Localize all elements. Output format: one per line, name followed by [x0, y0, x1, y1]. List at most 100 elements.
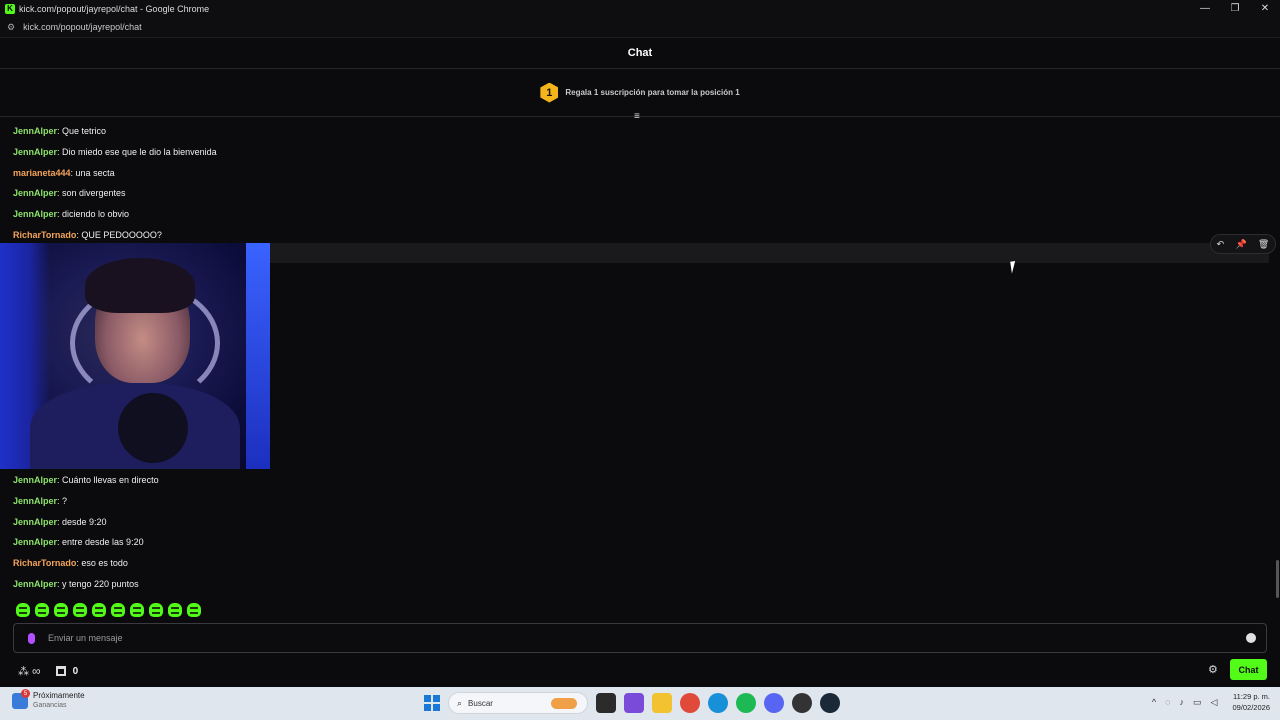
chat-message[interactable]: JennAlper: ? [13, 491, 1213, 512]
close-button[interactable]: ✕ [1250, 0, 1280, 17]
clock[interactable]: 11:29 p. m. 09/02/2026 [1232, 691, 1270, 713]
clock-date: 09/02/2026 [1232, 703, 1270, 712]
file-explorer-icon[interactable] [652, 693, 672, 713]
chrome-app-icon[interactable] [680, 693, 700, 713]
browser-titlebar: K kick.com/popout/jayrepol/chat - Google… [0, 0, 1280, 17]
message-text: : Dio miedo ese que le dio la bienvenida [57, 147, 217, 158]
pin-icon[interactable]: 📌 [1235, 239, 1246, 250]
emote-icon[interactable] [16, 603, 30, 617]
username[interactable]: JennAlper [13, 209, 57, 219]
emote-icon[interactable] [111, 603, 125, 617]
gift-icon[interactable] [55, 666, 66, 676]
mouse-cursor-icon [1010, 260, 1022, 274]
start-button-icon[interactable] [424, 695, 440, 711]
username[interactable]: JennAlper [13, 126, 57, 136]
username[interactable]: marianeta444 [13, 168, 71, 178]
widgets-subtitle: Ganancias [33, 702, 67, 709]
chat-message[interactable]: JennAlper: entre desde las 9:20 [13, 532, 1213, 553]
search-icon: ⌕ [457, 697, 463, 708]
clock-time: 11:29 p. m. [1233, 692, 1270, 701]
windows-taskbar: 5 Próximamente Ganancias ⌕ Buscar ^ ◌ ♪ … [0, 687, 1280, 720]
search-highlight-icon [551, 698, 577, 709]
message-text: : y tengo 220 puntos [57, 578, 139, 589]
gift-sub-promo[interactable]: 1 Regala 1 suscripción para tomar la pos… [0, 69, 1280, 117]
emote-icon[interactable] [35, 603, 49, 617]
message-text: : son divergentes [57, 188, 126, 199]
search-placeholder: Buscar [468, 698, 493, 708]
chat-messages-recent: JennAlper: Cuánto llevas en directo Jenn… [13, 470, 1213, 594]
emote-icon[interactable] [168, 603, 182, 617]
share-icon[interactable]: ⁂ [18, 665, 29, 678]
emote-icon[interactable] [92, 603, 106, 617]
emote-icon[interactable] [130, 603, 144, 617]
username[interactable]: JennAlper [13, 537, 57, 547]
mic-icon[interactable] [28, 632, 35, 644]
app-icon[interactable] [792, 693, 812, 713]
steam-app-icon[interactable] [820, 693, 840, 713]
message-text: : Cuánto llevas en directo [57, 475, 159, 486]
widgets-button[interactable]: 5 Próximamente Ganancias [12, 689, 85, 711]
username[interactable]: JennAlper [13, 188, 57, 198]
minimize-button[interactable]: — [1190, 0, 1220, 17]
spotify-app-icon[interactable] [736, 693, 756, 713]
emote-icon[interactable] [187, 603, 201, 617]
taskbar-search[interactable]: ⌕ Buscar [448, 692, 588, 714]
username[interactable]: JennAlper [13, 496, 57, 506]
emote-icon[interactable] [149, 603, 163, 617]
message-text: : eso es todo [76, 558, 128, 569]
points-count: 0 [72, 665, 79, 677]
username[interactable]: JennAlper [13, 517, 57, 527]
chevron-up-icon[interactable]: ^ [1152, 697, 1156, 707]
edge-app-icon[interactable] [708, 693, 728, 713]
system-tray: ^ ◌ ♪ ▭ ◁ 11:29 p. m. 09/02/2026 [1152, 691, 1270, 713]
network-icon[interactable]: ▭ [1193, 697, 1202, 708]
username[interactable]: JennAlper [13, 475, 57, 485]
chat-message[interactable]: JennAlper: Que tetrico [13, 121, 1213, 142]
message-text: : diciendo lo obvio [57, 209, 130, 220]
delete-icon[interactable]: 🗑 [1258, 239, 1269, 250]
username[interactable]: JennAlper [13, 579, 57, 589]
window-title: kick.com/popout/jayrepol/chat - Google C… [19, 3, 210, 14]
volume-icon[interactable]: ◁ [1211, 697, 1218, 708]
message-input[interactable]: Enviar un mensaje [13, 623, 1267, 653]
chat-message[interactable]: JennAlper: son divergentes [13, 183, 1213, 204]
chat-message[interactable]: JennAlper: y tengo 220 puntos [13, 573, 1213, 594]
chat-message[interactable]: JennAlper: desde 9:20 [13, 511, 1213, 532]
message-text: : ? [57, 496, 68, 507]
chat-message[interactable]: marianeta444: una secta [13, 162, 1213, 183]
message-text: : desde 9:20 [57, 516, 107, 527]
site-settings-icon[interactable]: ⚙ [7, 22, 15, 33]
restore-button[interactable]: ❐ [1220, 0, 1250, 17]
chat-settings-icon[interactable]: ⚙ [1208, 663, 1218, 676]
chat-messages: JennAlper: Que tetrico JennAlper: Dio mi… [13, 121, 1213, 245]
chat-message[interactable]: JennAlper: diciendo lo obvio [13, 204, 1213, 225]
emote-icon[interactable] [73, 603, 87, 617]
chat-message[interactable]: JennAlper: Cuánto llevas en directo [13, 470, 1213, 491]
hovered-message-row[interactable] [270, 243, 1269, 263]
reply-icon[interactable]: ↶ [1217, 239, 1225, 250]
discord-app-icon[interactable] [764, 693, 784, 713]
chat-message[interactable]: RicharTornado: eso es todo [13, 553, 1213, 574]
username[interactable]: JennAlper [13, 147, 57, 157]
infinity-icon[interactable]: ∞ [32, 664, 41, 678]
send-chat-button[interactable]: Chat [1230, 659, 1267, 680]
address-bar[interactable]: ⚙ kick.com/popout/jayrepol/chat [0, 17, 1280, 38]
microphone-icon[interactable]: ♪ [1180, 697, 1185, 707]
terminal-app-icon[interactable] [596, 693, 616, 713]
message-text: : QUE PEDOOOOO? [76, 229, 162, 240]
chat-scrollbar[interactable] [1276, 560, 1279, 598]
message-input-placeholder[interactable]: Enviar un mensaje [48, 633, 123, 643]
url-text[interactable]: kick.com/popout/jayrepol/chat [23, 22, 142, 32]
notifications-off-icon[interactable]: ◌ [1165, 697, 1170, 707]
emoji-picker-icon[interactable] [1246, 633, 1256, 643]
window-controls: — ❐ ✕ [1190, 0, 1280, 17]
chat-title: Chat [627, 47, 653, 59]
chat-header: Chat [0, 38, 1280, 69]
username[interactable]: RicharTornado [13, 230, 76, 240]
username[interactable]: RicharTornado [13, 558, 76, 568]
copilot-app-icon[interactable] [624, 693, 644, 713]
chat-message[interactable]: JennAlper: Dio miedo ese que le dio la b… [13, 142, 1213, 163]
emote-icon[interactable] [54, 603, 68, 617]
rank-badge-icon: 1 [540, 82, 559, 103]
widgets-title: Próximamente [33, 691, 85, 700]
